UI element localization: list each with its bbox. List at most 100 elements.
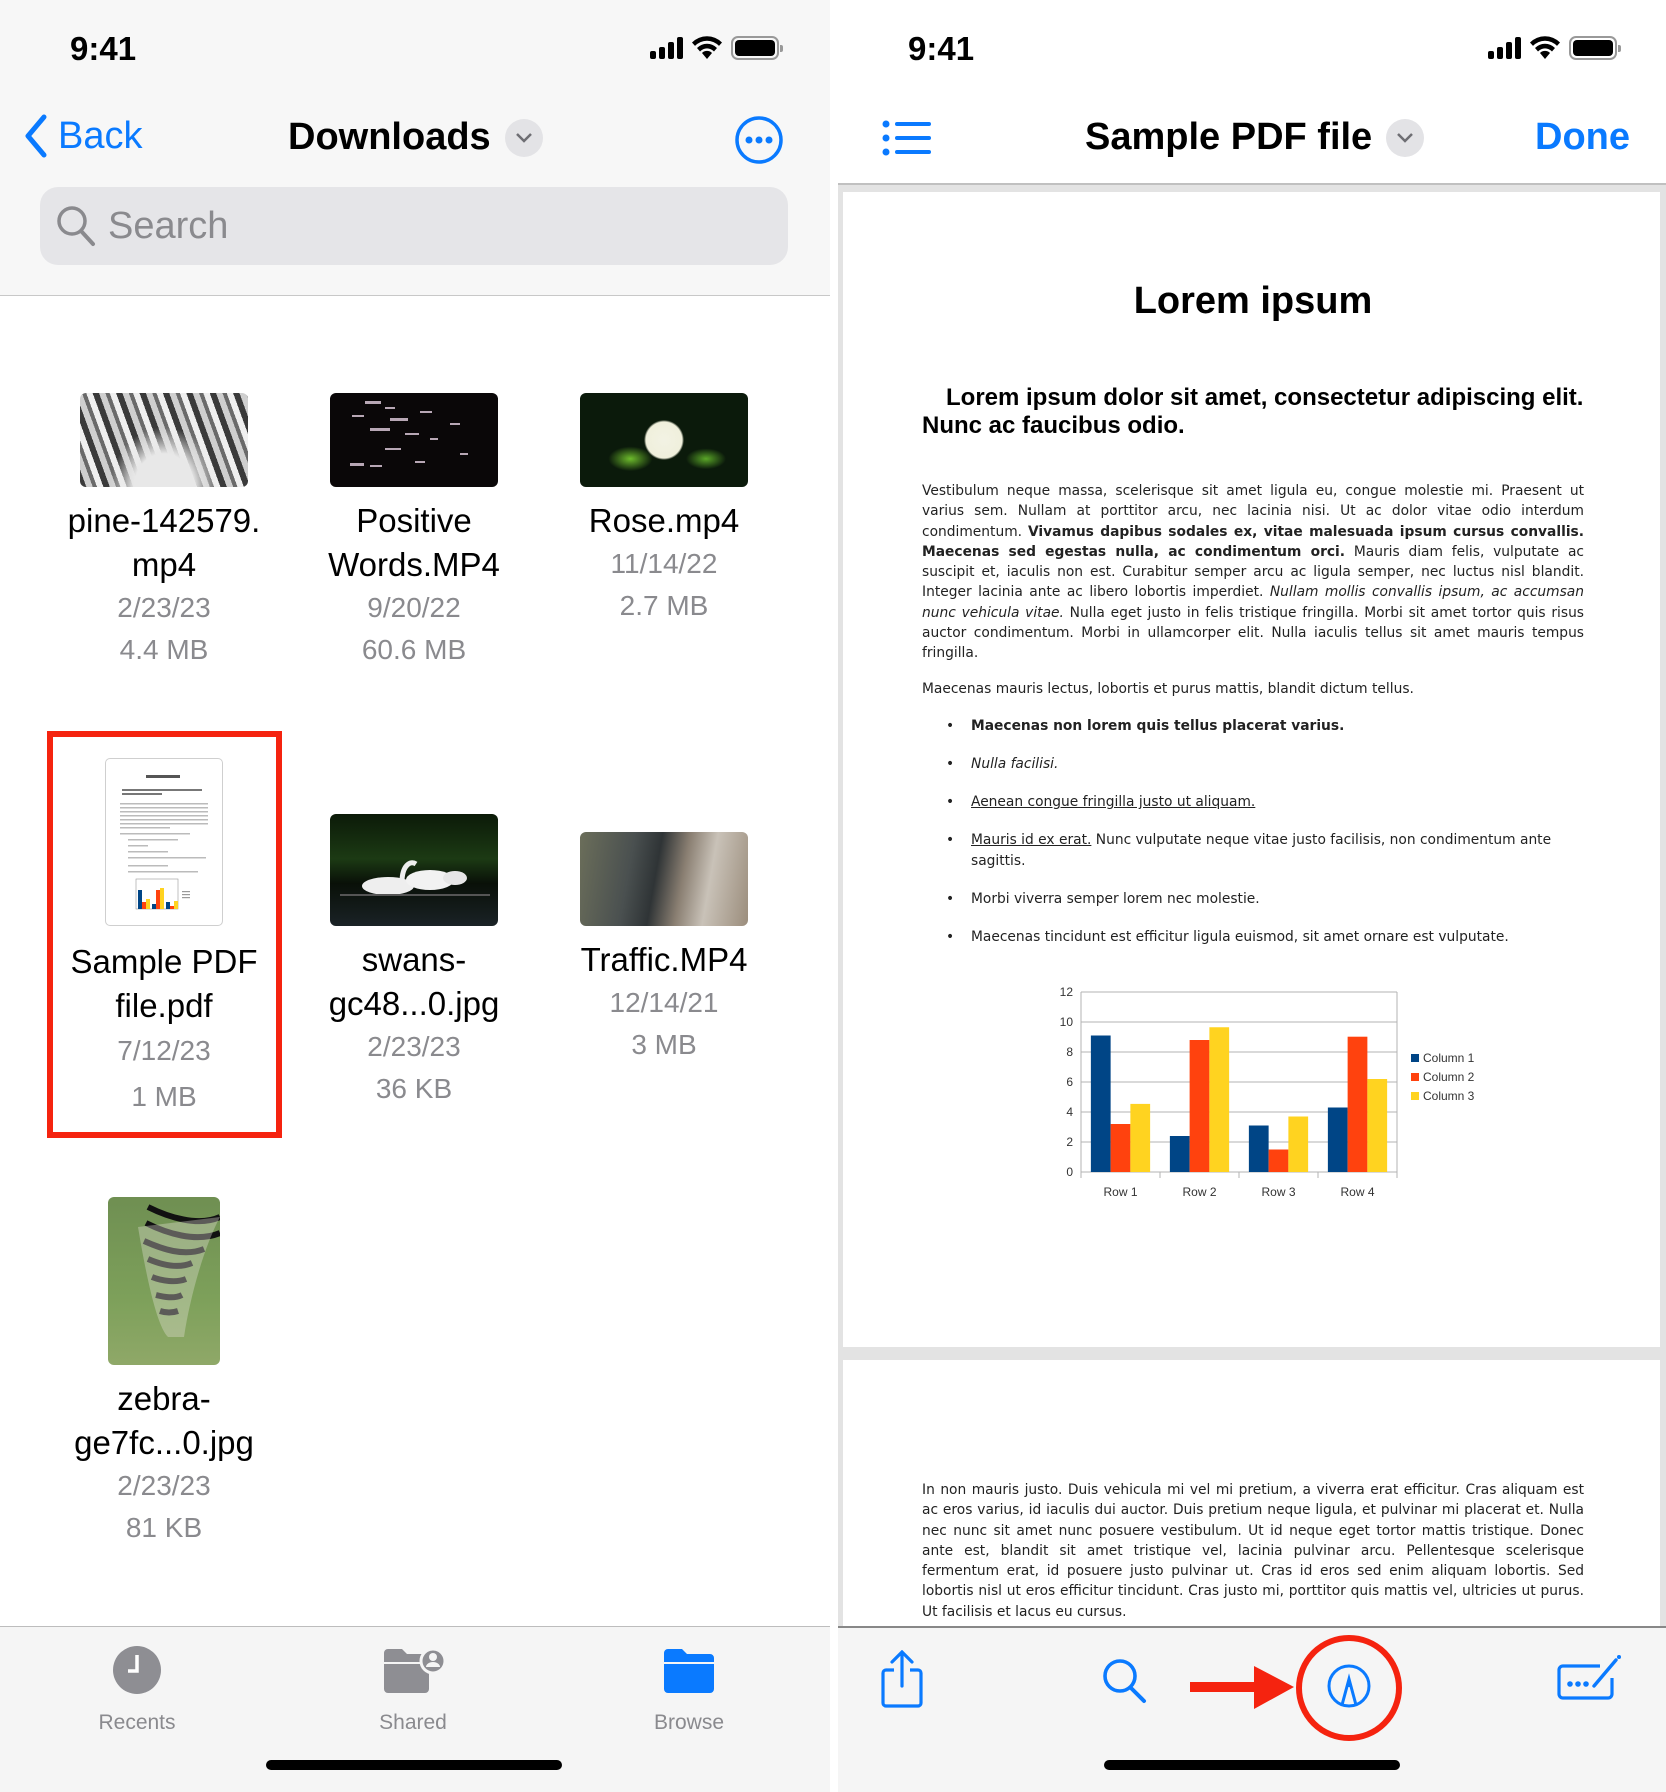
file-date: 2/23/23 (117, 592, 211, 623)
file-name: pine-142579. (67, 502, 261, 539)
share-button[interactable] (880, 1649, 924, 1713)
tab-label: Shared (379, 1711, 447, 1734)
search-field[interactable]: Search (40, 187, 788, 265)
text-run-italic: Nulla facilisi. (971, 755, 1059, 772)
file-item[interactable]: pine-142579. mp4 2/23/23 4.4 MB (44, 393, 284, 671)
panel-divider (830, 0, 838, 1792)
form-fill-button[interactable] (1556, 1654, 1622, 1707)
bar (1110, 1124, 1131, 1172)
bar (1347, 1036, 1368, 1172)
file-item[interactable]: zebra- ge7fc...0.jpg 2/23/23 81 KB (44, 1197, 284, 1549)
y-tick-label: 8 (1066, 1045, 1073, 1059)
bar (1090, 1035, 1111, 1172)
file-item[interactable]: Rose.mp4 11/14/22 2.7 MB (544, 393, 784, 627)
search-placeholder: Search (108, 204, 229, 247)
home-indicator (1104, 1760, 1400, 1770)
wifi-icon (1530, 36, 1560, 59)
list-item: Maecenas tincidunt est efficitur ligula … (922, 927, 1584, 948)
tab-shared[interactable]: Shared (333, 1645, 493, 1735)
doc-heading: Lorem ipsum (1133, 280, 1373, 322)
file-date: 2/23/23 (367, 1031, 461, 1062)
y-tick-label: 12 (1060, 985, 1074, 999)
file-name: Positive (356, 502, 472, 539)
cellular-signal-icon (650, 37, 683, 59)
x-tick-label: Row 3 (1261, 1185, 1295, 1199)
legend-swatch (1411, 1092, 1419, 1100)
outline-button[interactable] (882, 120, 932, 161)
bar (1268, 1149, 1289, 1172)
file-date: 9/20/22 (367, 592, 461, 623)
cellular-signal-icon (1488, 37, 1521, 59)
bar (1130, 1103, 1151, 1172)
chevron-left-icon (25, 114, 47, 158)
pdf-viewer-panel: 9:41 Sample PDF file Done Lorem ipsum Lo… (838, 0, 1666, 1792)
tab-label: Recents (98, 1711, 176, 1734)
list-item: Maecenas non lorem quis tellus placerat … (922, 716, 1584, 737)
tab-recents[interactable]: Recents (57, 1645, 217, 1735)
file-item[interactable]: swans- gc48...0.jpg 2/23/23 36 KB (294, 814, 534, 1110)
file-size: 4.4 MB (119, 634, 209, 665)
text-run: Maecenas tincidunt est efficitur ligula … (971, 928, 1509, 945)
file-size: 81 KB (125, 1512, 203, 1543)
tab-bar: Recents Shared Browse (0, 1626, 830, 1792)
done-button[interactable]: Done (1535, 116, 1630, 159)
status-icons (1488, 36, 1621, 60)
more-button[interactable] (734, 115, 784, 170)
status-time: 9:41 (70, 30, 137, 67)
share-icon (881, 1649, 923, 1708)
doc-paragraph-1: Vestibulum neque massa, scelerisque sit … (922, 481, 1584, 664)
back-button[interactable]: Back (24, 114, 142, 158)
file-date: 12/14/21 (609, 987, 719, 1018)
file-thumbnail (80, 393, 248, 487)
list-item: Aenean congue fringilla justo ut aliquam… (922, 792, 1584, 813)
file-name-line2: ge7fc...0.jpg (74, 1424, 254, 1461)
file-thumbnail (330, 393, 498, 487)
find-button[interactable] (1102, 1658, 1148, 1709)
pdf-scroll-view[interactable]: Lorem ipsum Lorem ipsum dolor sit amet, … (838, 185, 1666, 1626)
text-run-underline: Mauris id ex erat. (971, 831, 1092, 848)
file-size: 2.7 MB (619, 590, 709, 621)
folder-title: Downloads (288, 116, 491, 158)
legend-label: Column 3 (1423, 1089, 1475, 1103)
file-name: zebra- (117, 1380, 211, 1417)
legend-swatch (1411, 1054, 1419, 1062)
file-date: 11/14/22 (610, 548, 718, 579)
home-indicator (266, 1760, 562, 1770)
file-thumbnail (108, 1197, 220, 1365)
bar (1367, 1079, 1388, 1172)
tab-browse[interactable]: Browse (609, 1645, 769, 1735)
folder-title-menu[interactable]: Downloads (288, 116, 543, 159)
document-title-menu[interactable]: Sample PDF file (1085, 116, 1425, 159)
file-item[interactable]: Positive Words.MP4 9/20/22 60.6 MB (294, 393, 534, 671)
y-tick-label: 4 (1066, 1105, 1073, 1119)
list-item: Mauris id ex erat. Nunc vulputate neque … (922, 830, 1584, 872)
text-run-underline: Aenean congue fringilla justo ut aliquam… (971, 793, 1256, 810)
x-tick-label: Row 4 (1340, 1185, 1374, 1199)
pdf-nav-bar: 9:41 Sample PDF file Done (838, 0, 1666, 185)
chevron-down-icon (1386, 118, 1425, 157)
y-tick-label: 2 (1066, 1135, 1073, 1149)
wifi-icon (692, 36, 722, 59)
document-title: Sample PDF file (1085, 116, 1373, 158)
shared-folder-icon (384, 1647, 447, 1693)
markup-icon (1296, 1635, 1402, 1741)
x-tick-label: Row 1 (1103, 1185, 1137, 1199)
file-name-line2: mp4 (131, 546, 197, 583)
file-size: 3 MB (631, 1029, 697, 1060)
battery-icon (1569, 36, 1621, 60)
bar (1169, 1136, 1190, 1172)
pdf-page-1: Lorem ipsum Lorem ipsum dolor sit amet, … (843, 192, 1660, 1347)
file-size: 36 KB (375, 1073, 453, 1104)
file-thumbnail (580, 393, 748, 487)
files-app-panel: 9:41 Back Downloads Search pine-142579. … (0, 0, 830, 1792)
status-icons (650, 36, 783, 60)
search-icon (57, 206, 95, 246)
file-date: 2/23/23 (117, 1470, 211, 1501)
y-tick-label: 6 (1066, 1075, 1073, 1089)
red-arrow-annotation (1190, 1666, 1294, 1709)
pdf-toolbar (838, 1626, 1666, 1792)
file-name-line2: Words.MP4 (328, 546, 500, 583)
file-item[interactable]: Traffic.MP4 12/14/21 3 MB (544, 832, 784, 1066)
markup-button[interactable] (1295, 1634, 1403, 1747)
y-tick-label: 10 (1060, 1015, 1074, 1029)
